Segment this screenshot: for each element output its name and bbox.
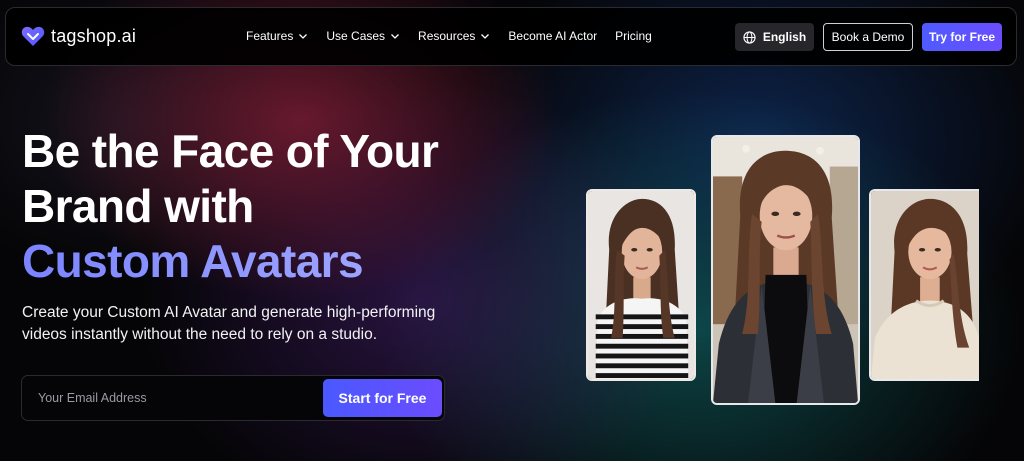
language-label: English: [762, 30, 807, 44]
nav-item-resources[interactable]: Resources: [418, 29, 490, 43]
nav-item-pricing[interactable]: Pricing: [615, 29, 652, 43]
hero-title: Be the Face of Your Brand with Custom Av…: [22, 124, 492, 289]
nav-item-features[interactable]: Features: [246, 29, 308, 43]
hero-title-accent: Custom Avatars: [22, 234, 492, 289]
chevron-down-icon: [481, 34, 490, 39]
chevron-down-icon: [391, 34, 400, 39]
try-for-free-button[interactable]: Try for Free: [922, 23, 1002, 51]
nav-item-label: Pricing: [615, 29, 652, 43]
avatar-portrait-image: [871, 191, 979, 379]
globe-icon: [743, 30, 756, 44]
hero-subtitle: Create your Custom AI Avatar and generat…: [22, 304, 436, 343]
nav-item-label: Features: [246, 29, 294, 43]
hero-title-line: Be the Face of Your: [22, 125, 439, 177]
avatar-card-right: [869, 189, 979, 381]
book-demo-button[interactable]: Book a Demo: [823, 23, 913, 51]
email-input[interactable]: [22, 376, 322, 420]
brand-logo[interactable]: tagshop.ai: [21, 25, 136, 47]
nav-item-become-ai-actor[interactable]: Become AI Actor: [508, 29, 597, 43]
avatar-card-left: [586, 189, 696, 381]
heart-logo-icon: [21, 26, 45, 46]
hero-title-line: Brand with: [22, 180, 254, 232]
start-for-free-button[interactable]: Start for Free: [323, 379, 442, 417]
chevron-down-icon: [299, 34, 308, 39]
main-menu: Features Use Cases Resources Become AI A…: [246, 29, 670, 43]
avatar-portrait-image: [713, 137, 858, 403]
avatar-portrait-image: [588, 191, 694, 379]
nav-item-label: Use Cases: [326, 29, 386, 43]
avatar-card-center: [711, 135, 860, 405]
email-signup-form: Start for Free: [21, 375, 445, 421]
nav-item-label: Become AI Actor: [508, 29, 598, 43]
brand-name: tagshop.ai: [51, 25, 137, 46]
language-selector[interactable]: English: [735, 23, 814, 51]
nav-item-label: Resources: [418, 29, 476, 43]
nav-item-use-cases[interactable]: Use Cases: [326, 29, 400, 43]
top-navbar: tagshop.ai Features Use Cases Resources …: [5, 7, 1017, 66]
